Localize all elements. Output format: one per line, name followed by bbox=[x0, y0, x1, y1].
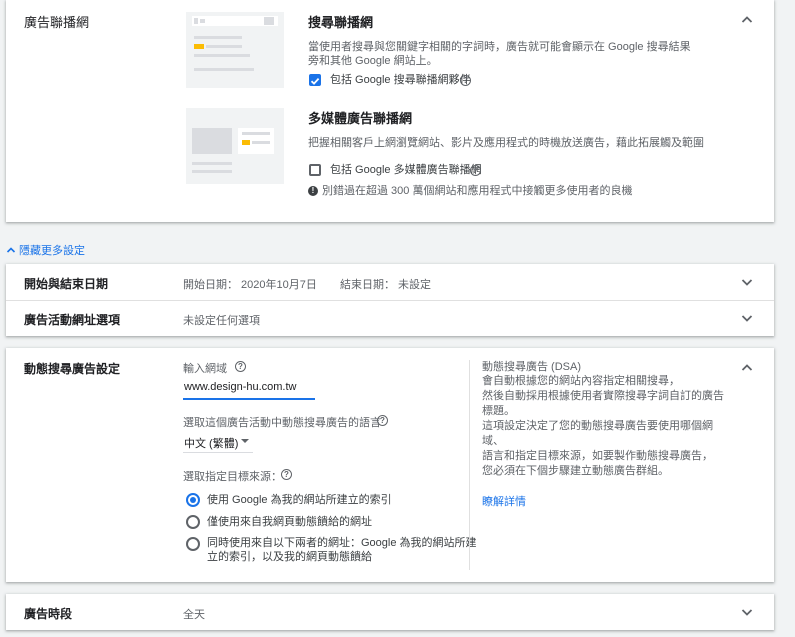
search-network-illustration bbox=[186, 12, 284, 88]
url-options-row[interactable]: 廣告活動網址選項 未設定任何選項 bbox=[6, 301, 774, 336]
vertical-divider bbox=[469, 360, 470, 570]
domain-input[interactable]: www.design-hu.com.tw bbox=[183, 378, 315, 400]
chevron-down-icon bbox=[741, 609, 753, 616]
source-label: 選取指定目標來源： bbox=[183, 471, 282, 483]
dsa-card: 動態搜尋廣告設定 輸入網域 ? www.design-hu.com.tw 選取這… bbox=[6, 348, 774, 582]
dsa-side-line: 語言和指定目標來源，如要製作動態搜尋廣告， bbox=[482, 450, 713, 462]
schedule-card[interactable]: 廣告時段 全天 bbox=[6, 594, 774, 630]
source-option-both-line1: 同時使用來自以下兩者的網址：Google 為我的網站所建 bbox=[207, 537, 477, 549]
chevron-up-icon[interactable] bbox=[739, 12, 755, 28]
dates-label: 開始與結束日期 bbox=[24, 277, 109, 291]
hide-more-settings-label: 隱藏更多設定 bbox=[19, 245, 85, 257]
display-network-checkbox[interactable] bbox=[309, 164, 321, 176]
network-label: 廣告聯播網 bbox=[24, 15, 90, 30]
schedule-label: 廣告時段 bbox=[24, 607, 73, 621]
search-partners-label: 包括 Google 搜尋聯播網夥伴 bbox=[330, 74, 471, 86]
language-select[interactable]: 中文 (繁體) bbox=[183, 432, 253, 453]
source-option-google-index-label: 使用 Google 為我的網站所建立的索引 bbox=[207, 494, 392, 506]
source-option-page-feed-label: 僅使用來自我網頁動態饋給的網址 bbox=[207, 516, 372, 528]
language-select-value: 中文 (繁體) bbox=[184, 438, 239, 450]
dsa-side-panel: 動態搜尋廣告 (DSA) 會自動根據您的網站內容指定相關搜尋， 然後自動採用根據… bbox=[482, 360, 732, 510]
end-date-value: 結束日期： 未設定 bbox=[340, 279, 432, 291]
display-network-title: 多媒體廣告聯播網 bbox=[308, 111, 413, 126]
chevron-down-icon bbox=[741, 279, 753, 286]
search-network-title: 搜尋聯播網 bbox=[308, 15, 374, 30]
domain-input-value: www.design-hu.com.tw bbox=[184, 381, 297, 393]
display-network-warning: 別錯過在超過 300 萬個網站和應用程式中接觸更多使用者的良機 bbox=[322, 185, 633, 197]
source-option-google-index-radio[interactable] bbox=[186, 493, 200, 507]
dates-urls-card: 開始與結束日期 開始日期： 2020年10月7日 結束日期： 未設定 廣告活動網… bbox=[6, 264, 774, 336]
language-label: 選取這個廣告活動中動態搜尋廣告的語言 bbox=[183, 417, 381, 429]
help-icon[interactable]: ? bbox=[460, 75, 471, 86]
dsa-side-line: 會自動根據您的網站內容指定相關搜尋， bbox=[482, 375, 680, 387]
learn-more-link[interactable]: 瞭解詳情 bbox=[482, 493, 526, 509]
warning-icon: ! bbox=[308, 186, 318, 196]
check-icon bbox=[310, 77, 320, 85]
source-option-both-label: 同時使用來自以下兩者的網址：Google 為我的網站所建 立的索引，以及我的網頁… bbox=[207, 536, 477, 564]
help-icon[interactable]: ? bbox=[377, 415, 388, 426]
domain-label: 輸入網域 bbox=[183, 363, 227, 375]
search-partners-checkbox[interactable] bbox=[309, 74, 321, 86]
url-options-label: 廣告活動網址選項 bbox=[24, 313, 121, 327]
chevron-up-icon[interactable] bbox=[739, 360, 755, 376]
schedule-value: 全天 bbox=[183, 609, 205, 621]
source-option-page-feed-radio[interactable] bbox=[186, 515, 200, 529]
hide-more-settings-toggle[interactable]: 隱藏更多設定 bbox=[6, 242, 85, 258]
dsa-side-title: 動態搜尋廣告 (DSA) bbox=[482, 361, 581, 373]
url-options-value: 未設定任何選項 bbox=[183, 315, 260, 327]
chevron-up-icon bbox=[6, 247, 16, 253]
help-icon[interactable]: ? bbox=[470, 165, 481, 176]
help-icon[interactable]: ? bbox=[281, 469, 292, 480]
source-option-both-radio[interactable] bbox=[186, 537, 200, 551]
display-network-label: 包括 Google 多媒體廣告聯播網 bbox=[330, 164, 482, 176]
dates-row[interactable]: 開始與結束日期 開始日期： 2020年10月7日 結束日期： 未設定 bbox=[6, 264, 774, 300]
network-card: 廣告聯播網 搜尋聯播網 當使用者搜尋與您關鍵字相關的字詞時，廣告就可能會顯示在 … bbox=[6, 0, 774, 222]
dropdown-arrow-icon bbox=[241, 439, 249, 443]
dsa-label: 動態搜尋廣告設定 bbox=[24, 362, 121, 376]
source-option-both-line2: 立的索引，以及我的網頁動態饋給 bbox=[207, 551, 372, 563]
display-network-illustration bbox=[186, 108, 284, 184]
display-network-desc: 把握相關客戶上網瀏覽網站、影片及應用程式的時機放送廣告，藉此拓展觸及範圍 bbox=[308, 137, 704, 149]
dsa-side-line: 然後自動採用根據使用者實際搜尋字詞自訂的廣告標題。 bbox=[482, 390, 724, 417]
help-icon[interactable]: ? bbox=[235, 361, 246, 372]
search-network-desc: 當使用者搜尋與您關鍵字相關的字詞時，廣告就可能會顯示在 Google 搜尋結果旁… bbox=[308, 41, 691, 67]
dsa-side-line: 您必須在下個步驟建立動態廣告群組。 bbox=[482, 465, 669, 477]
dsa-side-line: 這項設定決定了您的動態搜尋廣告要使用哪個網域、 bbox=[482, 420, 713, 447]
start-date-value: 開始日期： 2020年10月7日 bbox=[183, 279, 317, 291]
chevron-down-icon bbox=[741, 315, 753, 322]
